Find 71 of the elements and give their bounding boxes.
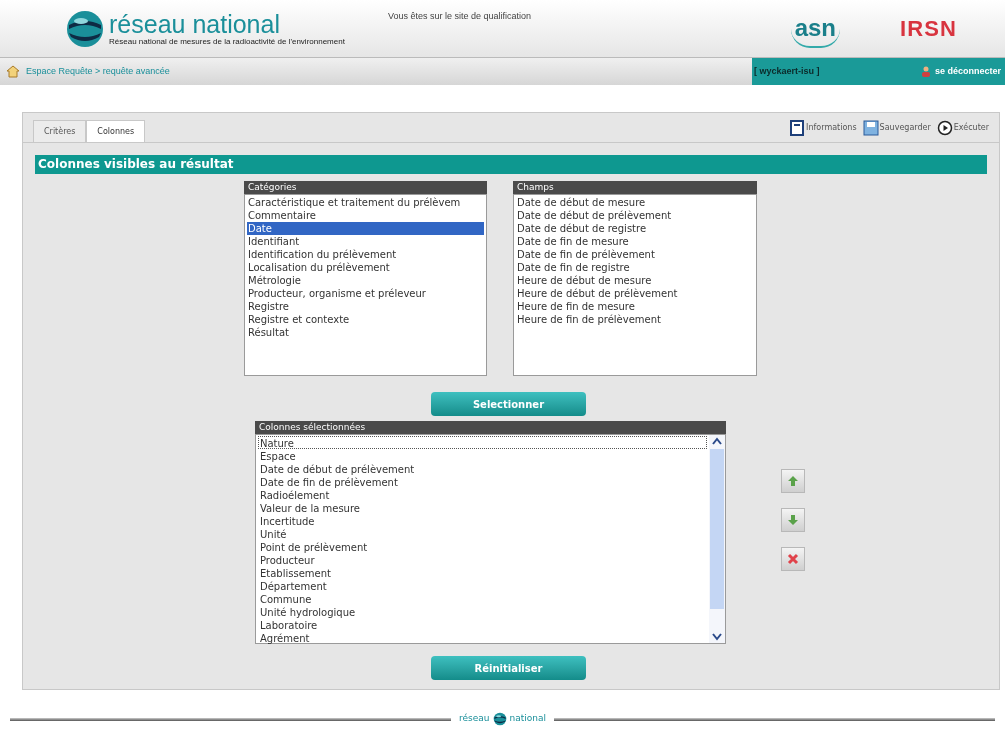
toolbar-button[interactable]: Exécuter [936, 119, 989, 136]
list-option[interactable]: Date de fin de mesure [516, 235, 754, 248]
order-button[interactable] [781, 547, 805, 571]
list-option[interactable]: Date de début de prélèvement [258, 462, 707, 475]
list-option[interactable]: Agrément [258, 631, 707, 644]
toolbar-button[interactable]: Informations [789, 119, 857, 136]
site-title: réseau national [109, 10, 281, 37]
list-option[interactable]: Laboratoire [258, 618, 707, 631]
home-icon [6, 65, 20, 78]
scrollbar[interactable] [709, 435, 725, 643]
play-icon [936, 119, 953, 136]
list-box[interactable] [255, 434, 726, 644]
partner-logo: asn [790, 9, 841, 48]
tab[interactable]: Colonnes [86, 120, 146, 142]
list-option[interactable]: Date de fin de prélèvement [258, 475, 707, 488]
list-option[interactable]: Date de fin de registre [516, 261, 754, 274]
list-option[interactable]: Heure de début de prélèvement [516, 287, 754, 300]
list-option[interactable]: Date de début de registre [516, 222, 754, 235]
list-option[interactable]: Localisation du prélèvement [247, 261, 484, 274]
down-arrow-icon [787, 514, 799, 526]
list-option[interactable]: Commentaire [247, 209, 484, 222]
list-option[interactable]: Département [258, 579, 707, 592]
site-notice: Vous êtes sur le site de qualification [388, 10, 532, 23]
list-option[interactable]: Commune [258, 592, 707, 605]
list-option[interactable]: Date de début de mesure [516, 196, 754, 209]
list-option[interactable]: Résultat [247, 326, 484, 339]
list-option[interactable]: Etablissement [258, 566, 707, 579]
list-option[interactable]: Point de prélèvement [258, 540, 707, 553]
list-header: Champs [513, 181, 757, 194]
list-option[interactable]: Incertitude [258, 514, 707, 527]
close-icon [787, 553, 799, 565]
list-box[interactable] [244, 194, 487, 376]
footer-logo-text: réseau [459, 712, 490, 726]
user-icon [920, 66, 931, 77]
save-icon [862, 119, 879, 136]
list-option[interactable]: Unité [258, 527, 707, 540]
list-option[interactable]: Caractéristique et traitement du prélèvem [247, 196, 484, 209]
list-option[interactable]: Identification du prélèvement [247, 248, 484, 261]
order-button[interactable] [781, 508, 805, 532]
user-name: [ wyckaert-isu ] [754, 64, 820, 78]
list-option[interactable]: Unité hydrologique [258, 605, 707, 618]
globe-icon [492, 712, 507, 726]
list-option[interactable]: Valeur de la mesure [258, 501, 707, 514]
list-option[interactable]: Nature [258, 436, 707, 449]
list-option[interactable]: Registre [247, 300, 484, 313]
order-button[interactable] [781, 469, 805, 493]
list-option[interactable]: Date de début de prélèvement [516, 209, 754, 222]
globe-logo-icon [65, 8, 105, 49]
site-subtitle: Réseau national de mesures de la radioactivité de l'environnement [109, 36, 345, 47]
list-header: Colonnes sélectionnées [255, 421, 726, 434]
list-option[interactable]: Heure de fin de prélèvement [516, 313, 754, 326]
list-option[interactable]: Identifiant [247, 235, 484, 248]
list-option[interactable]: Radioélement [258, 488, 707, 501]
list-option[interactable]: Registre et contexte [247, 313, 484, 326]
list-option[interactable]: Date [247, 222, 484, 235]
list-option[interactable]: Date de fin de prélèvement [516, 248, 754, 261]
document-icon [789, 119, 806, 136]
up-arrow-icon [787, 475, 799, 487]
tab[interactable]: Critères [33, 120, 87, 142]
toolbar-button[interactable]: Sauvegarder [862, 119, 931, 136]
list-option[interactable]: Espace [258, 449, 707, 462]
list-box[interactable] [513, 194, 757, 376]
list-option[interactable]: Heure de fin de mesure [516, 300, 754, 313]
list-option[interactable]: Producteur [258, 553, 707, 566]
list-option[interactable]: Métrologie [247, 274, 484, 287]
list-header: Catégories [244, 181, 487, 194]
section-title: Colonnes visibles au résultat [35, 155, 987, 174]
list-option[interactable]: Producteur, organisme et préleveur [247, 287, 484, 300]
list-option[interactable]: Heure de début de mesure [516, 274, 754, 287]
footer-logo-text: national [509, 712, 546, 726]
partner-logo: IRSN [900, 15, 957, 43]
